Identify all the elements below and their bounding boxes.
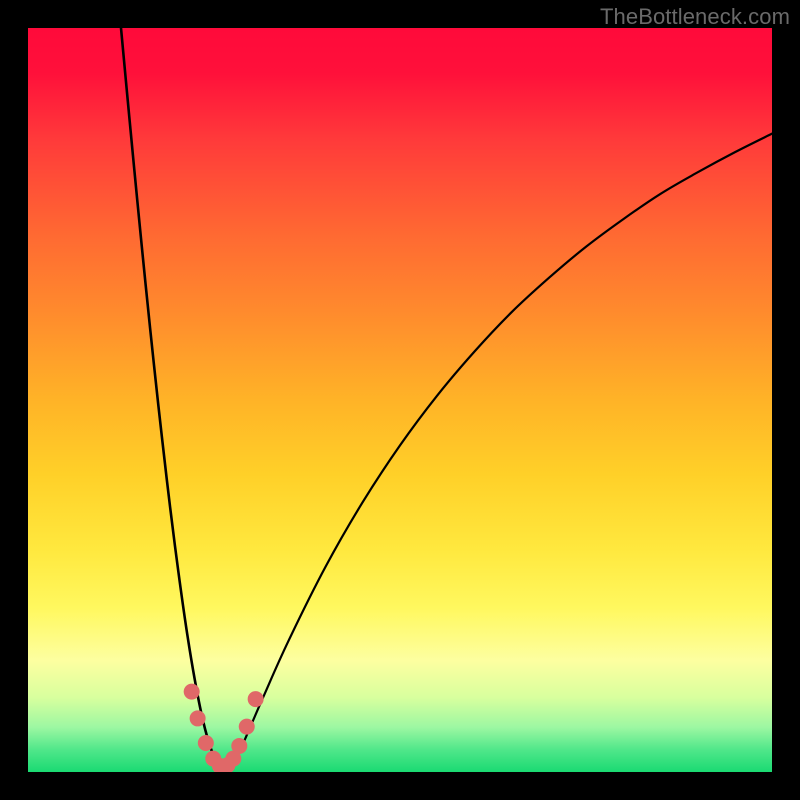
watermark-text: TheBottleneck.com xyxy=(600,4,790,30)
valley-marker xyxy=(198,735,214,751)
curve-left-branch xyxy=(121,28,228,772)
valley-marker xyxy=(239,719,255,735)
plot-area xyxy=(28,28,772,772)
curve-right-branch xyxy=(228,134,772,772)
valley-marker xyxy=(248,691,264,707)
valley-marker xyxy=(184,684,200,700)
valley-marker xyxy=(231,738,247,754)
chart-stage: TheBottleneck.com xyxy=(0,0,800,800)
chart-svg xyxy=(28,28,772,772)
valley-marker xyxy=(190,710,206,726)
